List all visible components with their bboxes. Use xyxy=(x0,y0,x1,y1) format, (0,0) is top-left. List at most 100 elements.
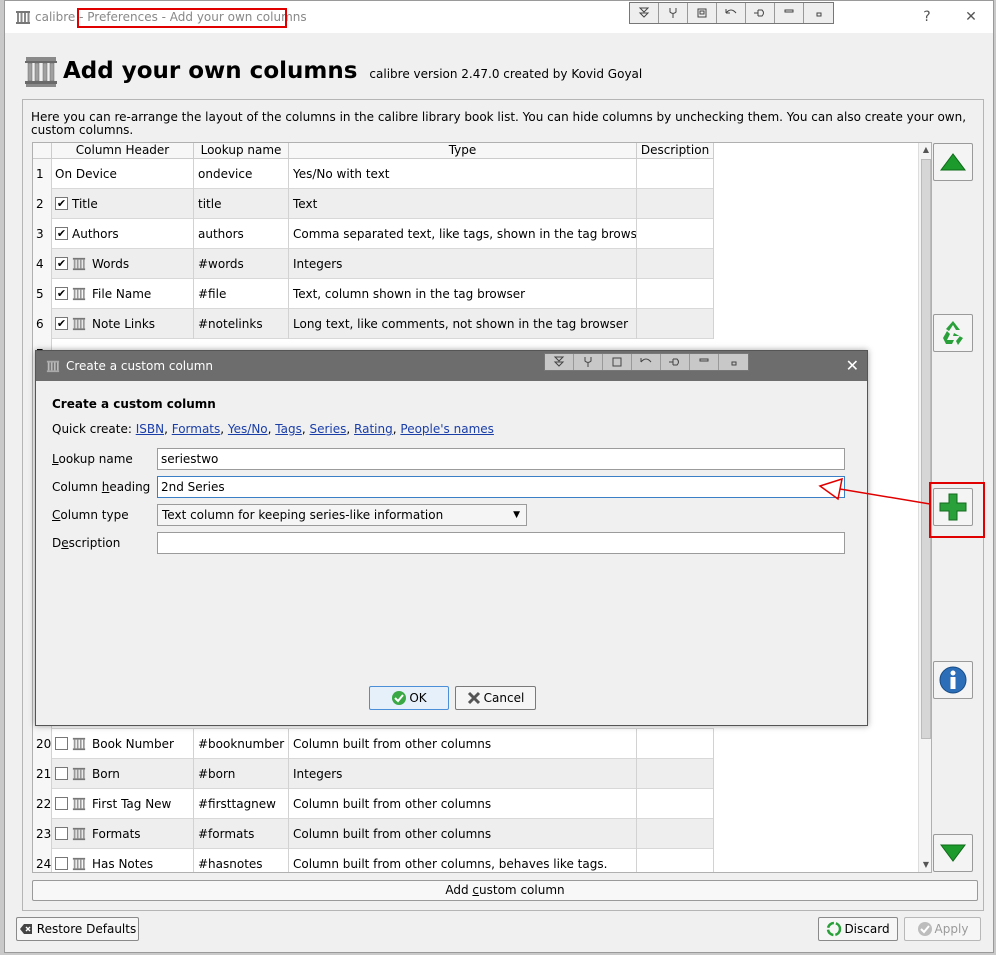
quick-tags-link[interactable]: Tags xyxy=(275,422,302,436)
type-cell[interactable]: Column built from other columns xyxy=(289,789,637,819)
plug-icon[interactable] xyxy=(746,3,775,23)
help-button[interactable]: ? xyxy=(915,6,939,28)
remove-column-button[interactable] xyxy=(933,314,973,352)
move-down-button[interactable] xyxy=(933,834,973,872)
type-cell[interactable]: Integers xyxy=(289,249,637,279)
lookup-name-cell[interactable]: #file xyxy=(194,279,289,309)
column-header-cell[interactable]: ✔ Authors xyxy=(52,219,194,249)
scroll-up-icon[interactable]: ▲ xyxy=(919,143,931,157)
table-row[interactable]: 24 Has Notes #hasnotes Column built from ot… xyxy=(33,849,714,872)
description-cell[interactable] xyxy=(637,849,714,872)
dialog-close-button[interactable]: ✕ xyxy=(846,356,859,375)
visibility-checkbox[interactable] xyxy=(55,827,68,840)
type-cell[interactable]: Text, column shown in the tag browser xyxy=(289,279,637,309)
ok-button[interactable]: OK xyxy=(369,686,449,710)
apply-button[interactable]: Apply xyxy=(904,917,981,941)
table-row[interactable]: 6 ✔ Note Links #notelinks Long text, like co… xyxy=(33,309,714,339)
table-row[interactable]: 2 ✔ Title title Text xyxy=(33,189,714,219)
description-cell[interactable] xyxy=(637,249,714,279)
table-row[interactable]: 4 ✔ Words #words Integers xyxy=(33,249,714,279)
column-type-select[interactable]: Text column for keeping series-like info… xyxy=(157,504,527,526)
add-custom-column-button[interactable]: Add custom column xyxy=(32,880,978,901)
type-cell[interactable]: Column built from other columns xyxy=(289,729,637,759)
lookup-name-cell[interactable]: #notelinks xyxy=(194,309,289,339)
visibility-checkbox[interactable] xyxy=(55,767,68,780)
column-header-cell[interactable]: ✔ Words xyxy=(52,249,194,279)
quick-formats-link[interactable]: Formats xyxy=(172,422,221,436)
type-cell[interactable]: Long text, like comments, not shown in t… xyxy=(289,309,637,339)
dialog-collapse-icon[interactable] xyxy=(545,354,574,370)
lookup-name-cell[interactable]: #formats xyxy=(194,819,289,849)
description-cell[interactable] xyxy=(637,819,714,849)
table-row[interactable]: 20 Book Number #booknumber Column built fro… xyxy=(33,729,714,759)
col-header-lookup-name[interactable]: Lookup name xyxy=(194,143,289,159)
lookup-name-cell[interactable]: #born xyxy=(194,759,289,789)
description-cell[interactable] xyxy=(637,789,714,819)
lookup-name-cell[interactable]: ondevice xyxy=(194,159,289,189)
table-row[interactable]: 1 On Device ondevice Yes/No with text xyxy=(33,159,714,189)
table-row[interactable]: 3 ✔ Authors authors Comma separated text, li… xyxy=(33,219,714,249)
dialog-plug-icon[interactable] xyxy=(661,354,690,370)
description-cell[interactable] xyxy=(637,759,714,789)
restore-small-icon[interactable] xyxy=(804,3,833,23)
close-window-button[interactable]: ✕ xyxy=(959,6,983,28)
lookup-name-cell[interactable]: #booknumber xyxy=(194,729,289,759)
quick-yesno-link[interactable]: Yes/No xyxy=(228,422,268,436)
column-header-cell[interactable]: Born xyxy=(52,759,194,789)
column-header-cell[interactable]: ✔ File Name xyxy=(52,279,194,309)
collapse-icon[interactable] xyxy=(630,3,659,23)
visibility-checkbox[interactable]: ✔ xyxy=(55,317,68,330)
column-header-cell[interactable]: Has Notes xyxy=(52,849,194,872)
description-cell[interactable] xyxy=(637,219,714,249)
col-header-description[interactable]: Description xyxy=(637,143,714,159)
column-header-cell[interactable]: Formats xyxy=(52,819,194,849)
move-up-button[interactable] xyxy=(933,143,973,181)
table-row[interactable]: 23 Formats #formats Column built from other… xyxy=(33,819,714,849)
quick-series-link[interactable]: Series xyxy=(310,422,347,436)
column-header-cell[interactable]: Book Number xyxy=(52,729,194,759)
scroll-thumb[interactable] xyxy=(921,159,931,739)
quick-rating-link[interactable]: Rating xyxy=(354,422,393,436)
lookup-name-input[interactable]: seriestwo xyxy=(157,448,845,470)
discard-button[interactable]: Discard xyxy=(818,917,898,941)
type-cell[interactable]: Integers xyxy=(289,759,637,789)
visibility-checkbox[interactable]: ✔ xyxy=(55,227,68,240)
type-cell[interactable]: Column built from other columns xyxy=(289,819,637,849)
visibility-checkbox[interactable]: ✔ xyxy=(55,287,68,300)
dialog-minimize-bar-icon[interactable] xyxy=(690,354,719,370)
pin-icon[interactable] xyxy=(659,3,688,23)
dialog-window-icon[interactable] xyxy=(603,354,632,370)
visibility-checkbox[interactable] xyxy=(55,857,68,870)
type-cell[interactable]: Comma separated text, like tags, shown i… xyxy=(289,219,637,249)
lookup-name-cell[interactable]: authors xyxy=(194,219,289,249)
minimize-bar-icon[interactable] xyxy=(775,3,804,23)
column-header-cell[interactable]: ✔ Note Links xyxy=(52,309,194,339)
col-header-type[interactable]: Type xyxy=(289,143,637,159)
lookup-name-cell[interactable]: #firsttagnew xyxy=(194,789,289,819)
cancel-button[interactable]: Cancel xyxy=(455,686,536,710)
quick-peoples-names-link[interactable]: People's names xyxy=(400,422,494,436)
visibility-checkbox[interactable] xyxy=(55,737,68,750)
column-header-cell[interactable]: First Tag New xyxy=(52,789,194,819)
description-cell[interactable] xyxy=(637,309,714,339)
description-cell[interactable] xyxy=(637,279,714,309)
table-row[interactable]: 21 Born #born Integers xyxy=(33,759,714,789)
column-heading-input[interactable]: 2nd Series xyxy=(157,476,845,498)
visibility-checkbox[interactable]: ✔ xyxy=(55,257,68,270)
table-row[interactable]: 5 ✔ File Name #file Text, column shown in th… xyxy=(33,279,714,309)
type-cell[interactable]: Text xyxy=(289,189,637,219)
visibility-checkbox[interactable]: ✔ xyxy=(55,197,68,210)
table-row[interactable]: 22 First Tag New #firsttagnew Column built … xyxy=(33,789,714,819)
lookup-name-cell[interactable]: #hasnotes xyxy=(194,849,289,872)
description-cell[interactable] xyxy=(637,159,714,189)
scroll-down-icon[interactable]: ▼ xyxy=(919,858,931,872)
col-header-column-header[interactable]: Column Header xyxy=(52,143,194,159)
window-icon[interactable] xyxy=(688,3,717,23)
lookup-name-cell[interactable]: #words xyxy=(194,249,289,279)
column-header-cell[interactable]: On Device xyxy=(52,159,194,189)
restore-defaults-button[interactable]: Restore Defaults xyxy=(16,917,139,941)
type-cell[interactable]: Column built from other columns, behaves… xyxy=(289,849,637,872)
description-cell[interactable] xyxy=(637,729,714,759)
column-header-cell[interactable]: ✔ Title xyxy=(52,189,194,219)
undo-icon[interactable] xyxy=(717,3,746,23)
